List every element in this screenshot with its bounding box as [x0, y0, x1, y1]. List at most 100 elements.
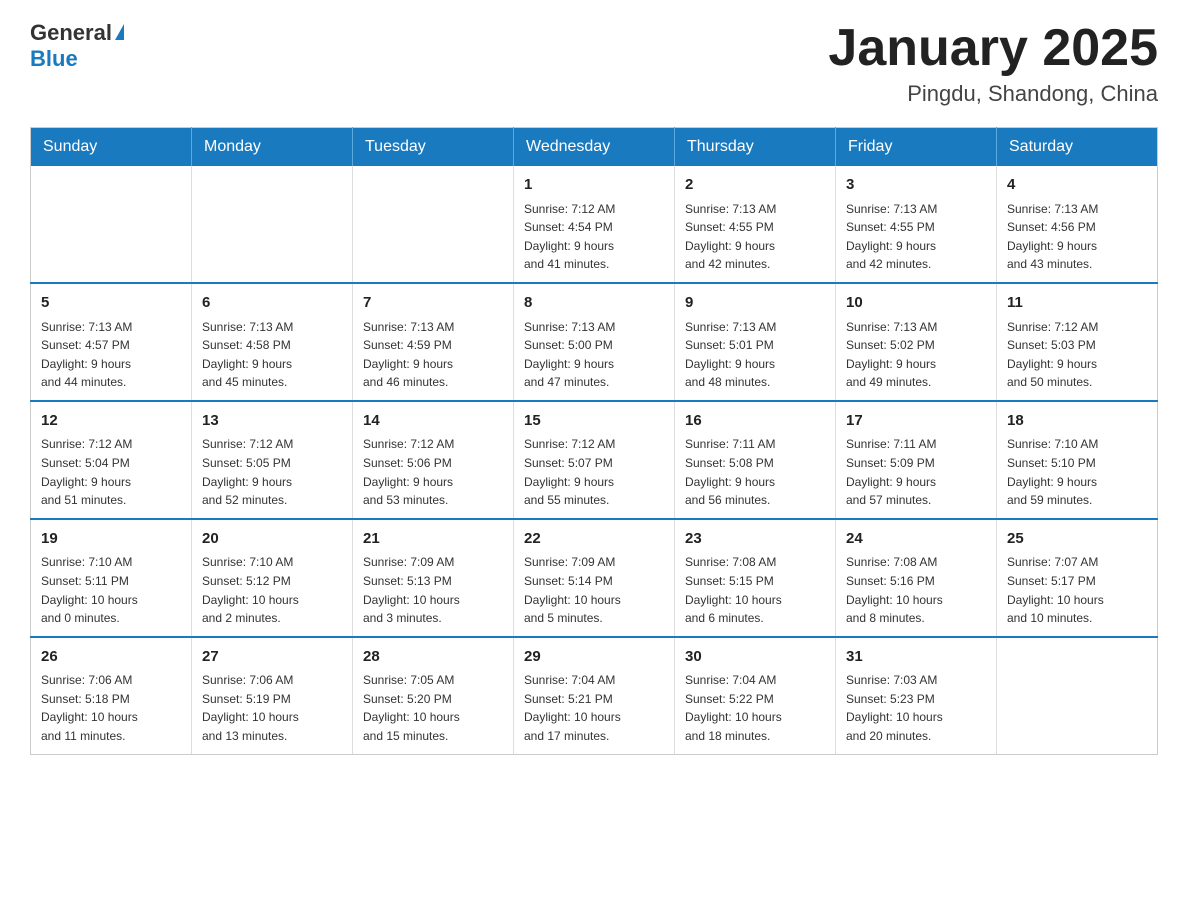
calendar-cell: [192, 166, 353, 283]
calendar-cell: 10 Sunrise: 7:13 AM Sunset: 5:02 PM Dayli…: [836, 283, 997, 401]
logo-triangle-icon: [115, 24, 124, 40]
calendar-header-row: SundayMondayTuesdayWednesdayThursdayFrid…: [31, 128, 1158, 167]
day-info: Sunrise: 7:12 AM Sunset: 5:05 PM Dayligh…: [202, 435, 342, 509]
day-info: Sunrise: 7:13 AM Sunset: 5:00 PM Dayligh…: [524, 318, 664, 392]
day-info: Sunrise: 7:13 AM Sunset: 4:55 PM Dayligh…: [846, 200, 986, 274]
calendar-header-friday: Friday: [836, 128, 997, 167]
day-info: Sunrise: 7:13 AM Sunset: 5:01 PM Dayligh…: [685, 318, 825, 392]
calendar-cell: 13Sunrise: 7:12 AM Sunset: 5:05 PM Dayli…: [192, 401, 353, 519]
day-number: 30: [685, 646, 825, 669]
calendar-cell: 31Sunrise: 7:03 AM Sunset: 5:23 PM Dayli…: [836, 637, 997, 754]
day-number: 4: [1007, 174, 1147, 197]
day-info: Sunrise: 7:08 AM Sunset: 5:15 PM Dayligh…: [685, 553, 825, 627]
day-number: 24: [846, 528, 986, 551]
page-header: General Blue January 2025 Pingdu, Shando…: [30, 20, 1158, 107]
day-number: 16: [685, 410, 825, 433]
calendar-cell: 16Sunrise: 7:11 AM Sunset: 5:08 PM Dayli…: [675, 401, 836, 519]
day-info: Sunrise: 7:12 AM Sunset: 5:07 PM Dayligh…: [524, 435, 664, 509]
calendar-cell: 8Sunrise: 7:13 AM Sunset: 5:00 PM Daylig…: [514, 283, 675, 401]
day-info: Sunrise: 7:07 AM Sunset: 5:17 PM Dayligh…: [1007, 553, 1147, 627]
day-number: 13: [202, 410, 342, 433]
calendar-cell: [31, 166, 192, 283]
day-info: Sunrise: 7:10 AM Sunset: 5:11 PM Dayligh…: [41, 553, 181, 627]
day-info: Sunrise: 7:05 AM Sunset: 5:20 PM Dayligh…: [363, 671, 503, 745]
calendar-cell: 11 Sunrise: 7:12 AM Sunset: 5:03 PM Dayli…: [997, 283, 1158, 401]
day-number: 7: [363, 292, 503, 315]
logo-blue-text: Blue: [30, 46, 78, 72]
day-number: 19: [41, 528, 181, 551]
calendar-header-saturday: Saturday: [997, 128, 1158, 167]
day-number: 17: [846, 410, 986, 433]
calendar-cell: 28Sunrise: 7:05 AM Sunset: 5:20 PM Dayli…: [353, 637, 514, 754]
calendar-cell: 30Sunrise: 7:04 AM Sunset: 5:22 PM Dayli…: [675, 637, 836, 754]
calendar-cell: 7 Sunrise: 7:13 AM Sunset: 4:59 PM Daylig…: [353, 283, 514, 401]
day-number: 12: [41, 410, 181, 433]
day-number: 2: [685, 174, 825, 197]
day-number: 28: [363, 646, 503, 669]
day-info: Sunrise: 7:06 AM Sunset: 5:18 PM Dayligh…: [41, 671, 181, 745]
day-number: 22: [524, 528, 664, 551]
day-number: 9: [685, 292, 825, 315]
day-info: Sunrise: 7:03 AM Sunset: 5:23 PM Dayligh…: [846, 671, 986, 745]
calendar-week-3: 12Sunrise: 7:12 AM Sunset: 5:04 PM Dayli…: [31, 401, 1158, 519]
day-info: Sunrise: 7:13 AM Sunset: 5:02 PM Dayligh…: [846, 318, 986, 392]
day-info: Sunrise: 7:12 AM Sunset: 5:03 PM Dayligh…: [1007, 318, 1147, 392]
day-info: Sunrise: 7:12 AM Sunset: 5:04 PM Dayligh…: [41, 435, 181, 509]
location-text: Pingdu, Shandong, China: [828, 81, 1158, 107]
calendar-cell: [997, 637, 1158, 754]
day-info: Sunrise: 7:04 AM Sunset: 5:21 PM Dayligh…: [524, 671, 664, 745]
day-number: 20: [202, 528, 342, 551]
calendar-cell: 3 Sunrise: 7:13 AM Sunset: 4:55 PM Daylig…: [836, 166, 997, 283]
calendar-cell: 26Sunrise: 7:06 AM Sunset: 5:18 PM Dayli…: [31, 637, 192, 754]
day-info: Sunrise: 7:04 AM Sunset: 5:22 PM Dayligh…: [685, 671, 825, 745]
day-info: Sunrise: 7:09 AM Sunset: 5:13 PM Dayligh…: [363, 553, 503, 627]
calendar-cell: 9 Sunrise: 7:13 AM Sunset: 5:01 PM Daylig…: [675, 283, 836, 401]
calendar-cell: 19Sunrise: 7:10 AM Sunset: 5:11 PM Dayli…: [31, 519, 192, 637]
calendar-table: SundayMondayTuesdayWednesdayThursdayFrid…: [30, 127, 1158, 754]
day-number: 25: [1007, 528, 1147, 551]
day-number: 10: [846, 292, 986, 315]
day-number: 3: [846, 174, 986, 197]
day-info: Sunrise: 7:10 AM Sunset: 5:10 PM Dayligh…: [1007, 435, 1147, 509]
calendar-cell: 4 Sunrise: 7:13 AM Sunset: 4:56 PM Daylig…: [997, 166, 1158, 283]
day-number: 23: [685, 528, 825, 551]
calendar-header-tuesday: Tuesday: [353, 128, 514, 167]
month-title: January 2025: [828, 20, 1158, 77]
calendar-cell: 15Sunrise: 7:12 AM Sunset: 5:07 PM Dayli…: [514, 401, 675, 519]
calendar-cell: 1Sunrise: 7:12 AM Sunset: 4:54 PM Daylig…: [514, 166, 675, 283]
day-number: 14: [363, 410, 503, 433]
day-number: 11: [1007, 292, 1147, 315]
day-number: 31: [846, 646, 986, 669]
calendar-week-5: 26Sunrise: 7:06 AM Sunset: 5:18 PM Dayli…: [31, 637, 1158, 754]
day-info: Sunrise: 7:13 AM Sunset: 4:55 PM Dayligh…: [685, 200, 825, 274]
day-number: 29: [524, 646, 664, 669]
calendar-cell: 24Sunrise: 7:08 AM Sunset: 5:16 PM Dayli…: [836, 519, 997, 637]
day-number: 27: [202, 646, 342, 669]
calendar-cell: 2 Sunrise: 7:13 AM Sunset: 4:55 PM Daylig…: [675, 166, 836, 283]
day-number: 21: [363, 528, 503, 551]
calendar-cell: 27Sunrise: 7:06 AM Sunset: 5:19 PM Dayli…: [192, 637, 353, 754]
day-info: Sunrise: 7:13 AM Sunset: 4:59 PM Dayligh…: [363, 318, 503, 392]
logo-general-text: General: [30, 20, 112, 46]
calendar-cell: 20Sunrise: 7:10 AM Sunset: 5:12 PM Dayli…: [192, 519, 353, 637]
day-info: Sunrise: 7:11 AM Sunset: 5:09 PM Dayligh…: [846, 435, 986, 509]
calendar-cell: 21Sunrise: 7:09 AM Sunset: 5:13 PM Dayli…: [353, 519, 514, 637]
calendar-header-wednesday: Wednesday: [514, 128, 675, 167]
day-number: 5: [41, 292, 181, 315]
day-info: Sunrise: 7:08 AM Sunset: 5:16 PM Dayligh…: [846, 553, 986, 627]
calendar-cell: 14Sunrise: 7:12 AM Sunset: 5:06 PM Dayli…: [353, 401, 514, 519]
calendar-header-sunday: Sunday: [31, 128, 192, 167]
day-info: Sunrise: 7:13 AM Sunset: 4:56 PM Dayligh…: [1007, 200, 1147, 274]
calendar-week-2: 5Sunrise: 7:13 AM Sunset: 4:57 PM Daylig…: [31, 283, 1158, 401]
title-section: January 2025 Pingdu, Shandong, China: [828, 20, 1158, 107]
day-info: Sunrise: 7:06 AM Sunset: 5:19 PM Dayligh…: [202, 671, 342, 745]
calendar-cell: 23Sunrise: 7:08 AM Sunset: 5:15 PM Dayli…: [675, 519, 836, 637]
calendar-cell: 29Sunrise: 7:04 AM Sunset: 5:21 PM Dayli…: [514, 637, 675, 754]
day-info: Sunrise: 7:12 AM Sunset: 5:06 PM Dayligh…: [363, 435, 503, 509]
day-info: Sunrise: 7:13 AM Sunset: 4:58 PM Dayligh…: [202, 318, 342, 392]
day-number: 18: [1007, 410, 1147, 433]
day-info: Sunrise: 7:11 AM Sunset: 5:08 PM Dayligh…: [685, 435, 825, 509]
calendar-header-monday: Monday: [192, 128, 353, 167]
calendar-header-thursday: Thursday: [675, 128, 836, 167]
day-number: 1: [524, 174, 664, 197]
